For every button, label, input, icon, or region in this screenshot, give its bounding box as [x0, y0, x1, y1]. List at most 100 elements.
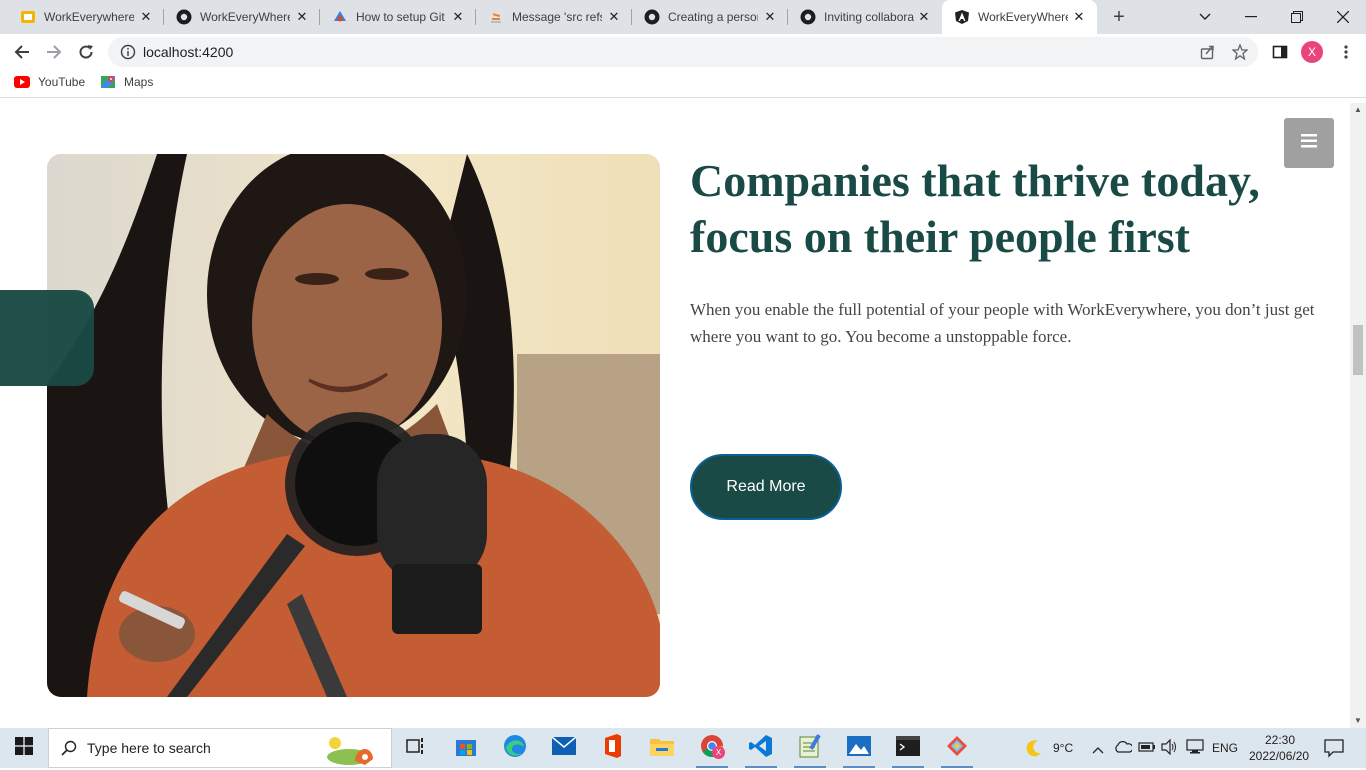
weather-temperature[interactable]: 9°C [1053, 741, 1073, 755]
more-menu-icon[interactable] [1334, 40, 1358, 64]
restore-button[interactable] [1274, 0, 1320, 34]
tab-title: Creating a person [668, 10, 758, 24]
app-icon [945, 734, 969, 763]
close-icon[interactable]: ✕ [606, 9, 622, 25]
taskbar-office[interactable] [593, 728, 633, 768]
new-tab-button[interactable]: + [1108, 6, 1130, 28]
windows-icon [15, 736, 33, 760]
minimize-button[interactable] [1228, 0, 1274, 34]
side-panel-icon[interactable] [1268, 40, 1292, 64]
browser-tab[interactable]: Message 'src refs ✕ [476, 0, 632, 34]
start-button[interactable] [4, 728, 44, 768]
reload-button[interactable] [74, 40, 98, 64]
taskbar-edge[interactable] [495, 728, 535, 768]
taskbar-mail[interactable] [544, 728, 584, 768]
tab-title: WorkEveryWhere [978, 10, 1068, 24]
forward-button[interactable] [42, 40, 66, 64]
onedrive-icon[interactable] [1114, 740, 1134, 759]
site-info-icon[interactable] [116, 40, 140, 64]
close-icon[interactable]: ✕ [294, 9, 310, 25]
browser-tab[interactable]: WorkEveryWhere ✕ [164, 0, 320, 34]
browser-tab[interactable]: How to setup Git ✕ [320, 0, 476, 34]
moon-weather-icon[interactable] [1024, 738, 1044, 763]
search-placeholder: Type here to search [87, 740, 211, 756]
page-headline: Companies that thrive today, focus on th… [690, 155, 1260, 262]
clock-time[interactable]: 22:30 [1265, 733, 1295, 747]
scroll-thumb[interactable] [1353, 325, 1363, 375]
bookmark-maps[interactable]: Maps [100, 74, 153, 90]
tab-title: WorkEveryWhere [200, 10, 290, 24]
page-viewport: Companies that thrive today, focus on th… [0, 103, 1350, 728]
browser-tab-strip: WorkEverywhere ✕ WorkEveryWhere ✕ How to… [0, 0, 1366, 34]
taskbar-terminal[interactable] [888, 728, 928, 768]
notifications-icon[interactable] [1324, 738, 1344, 763]
github-icon [644, 9, 660, 25]
page-body-text: When you enable the full potential of yo… [690, 300, 1315, 346]
task-view-icon [406, 737, 426, 760]
task-view-button[interactable] [396, 728, 436, 768]
network-icon[interactable] [1186, 739, 1204, 760]
scroll-up-arrow[interactable]: ▲ [1350, 103, 1366, 117]
page-scrollbar[interactable]: ▲ ▼ [1350, 103, 1366, 728]
photos-icon [847, 735, 871, 761]
clock-date[interactable]: 2022/06/20 [1249, 749, 1309, 763]
close-icon[interactable]: ✕ [450, 9, 466, 25]
browser-tab[interactable]: WorkEverywhere ✕ [0, 0, 164, 34]
mail-icon [551, 735, 577, 760]
chrome-profile-badge: X [712, 745, 725, 759]
language-indicator[interactable]: ENG [1212, 741, 1238, 755]
taskbar-notepad[interactable] [790, 728, 830, 768]
taskbar-store[interactable] [446, 728, 486, 768]
accent-block [0, 290, 94, 386]
tab-title: How to setup Git [356, 10, 445, 24]
close-icon[interactable]: ✕ [1071, 9, 1087, 25]
taskbar-photos[interactable] [839, 728, 879, 768]
maps-icon [100, 74, 116, 90]
battery-icon[interactable] [1138, 740, 1156, 759]
read-more-button[interactable]: Read More [690, 454, 842, 520]
tab-title: Inviting collabora [824, 10, 914, 24]
share-icon[interactable] [1196, 40, 1220, 64]
address-bar[interactable] [108, 37, 1258, 67]
github-icon [800, 9, 816, 25]
taskbar-file-explorer[interactable] [642, 728, 682, 768]
close-icon[interactable]: ✕ [762, 9, 778, 25]
bookmark-label: Maps [124, 75, 154, 89]
taskbar-app-git[interactable] [937, 728, 977, 768]
bookmark-star-icon[interactable] [1228, 40, 1252, 64]
browser-tab-active[interactable]: WorkEveryWhere ✕ [942, 0, 1097, 34]
windows-taskbar: Type here to search X 9°C ENG 22:30 2022… [0, 728, 1366, 768]
back-button[interactable] [10, 40, 34, 64]
scroll-down-arrow[interactable]: ▼ [1350, 714, 1366, 728]
profile-avatar[interactable]: X [1301, 41, 1323, 63]
taskbar-chrome[interactable]: X [692, 728, 732, 768]
browser-tab[interactable]: Inviting collabora ✕ [788, 0, 942, 34]
taskbar-search-box[interactable]: Type here to search [48, 728, 392, 768]
office-icon [603, 733, 623, 763]
bookmark-youtube[interactable]: YouTube [14, 74, 85, 90]
tab-search-button[interactable] [1182, 0, 1228, 34]
volume-icon[interactable] [1161, 738, 1179, 760]
stackoverflow-icon [488, 9, 504, 25]
show-hidden-icons-icon[interactable] [1092, 741, 1104, 759]
edge-icon [503, 734, 527, 763]
folder-icon [650, 736, 674, 761]
youtube-icon [14, 74, 30, 90]
blog-icon [332, 9, 348, 25]
hamburger-icon [1301, 133, 1317, 153]
bookmark-label: YouTube [38, 75, 86, 89]
store-icon [455, 735, 477, 762]
chrome-icon: X [700, 734, 725, 763]
slides-icon [20, 9, 36, 25]
vscode-icon [749, 734, 773, 763]
browser-tab[interactable]: Creating a person ✕ [632, 0, 788, 34]
close-window-button[interactable] [1320, 0, 1366, 34]
search-icon [61, 740, 77, 756]
github-icon [176, 9, 192, 25]
url-text[interactable]: localhost:4200 [143, 44, 233, 60]
notepad-icon [799, 733, 821, 763]
taskbar-vscode[interactable] [741, 728, 781, 768]
close-icon[interactable]: ✕ [916, 9, 932, 25]
close-icon[interactable]: ✕ [138, 9, 154, 25]
bookmarks-bar: YouTube Maps [0, 70, 1366, 98]
